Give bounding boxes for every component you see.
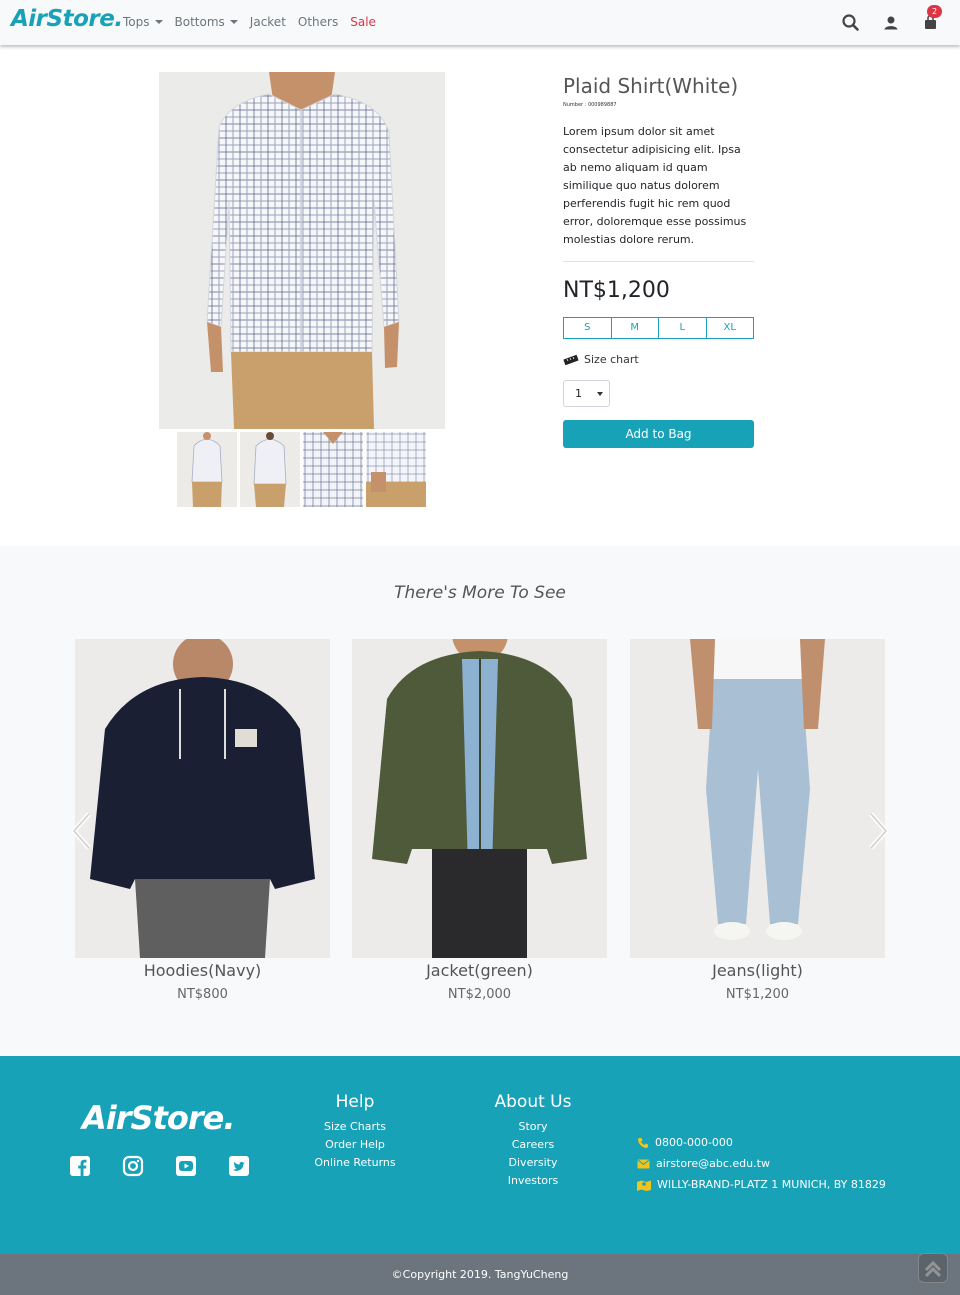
- twitter-icon[interactable]: [228, 1155, 250, 1177]
- footer-help-title: Help: [335, 1092, 375, 1112]
- nav-others[interactable]: Others: [298, 15, 338, 29]
- copyright-bar: ©Copyright 2019. TangYuCheng: [0, 1254, 960, 1295]
- footer-link-careers[interactable]: Careers: [488, 1136, 578, 1154]
- footer-link-online-returns[interactable]: Online Returns: [310, 1154, 400, 1172]
- product-main-image: [159, 72, 445, 429]
- shopping-bag-icon[interactable]: 2: [920, 5, 942, 34]
- divider: [563, 261, 754, 262]
- related-products-section: There's More To See Hoodies(Navy) NT$800…: [0, 546, 960, 1056]
- carousel-next-icon[interactable]: [865, 811, 891, 851]
- select-arrow-icon: [597, 392, 603, 396]
- size-selector: S M L XL: [563, 317, 754, 339]
- product-card[interactable]: Hoodies(Navy) NT$800: [75, 639, 330, 1002]
- nav-icons: 2: [822, 5, 942, 34]
- nav-tops[interactable]: Tops: [123, 15, 163, 29]
- size-option-s[interactable]: S: [564, 318, 612, 338]
- phone-icon: [638, 1137, 648, 1148]
- footer-link-diversity[interactable]: Diversity: [488, 1154, 578, 1172]
- footer-about-title: About Us: [494, 1092, 572, 1112]
- product-card-price: NT$800: [177, 987, 228, 1002]
- quantity-select[interactable]: 1: [563, 380, 610, 407]
- section-title: There's More To See: [394, 583, 566, 603]
- carousel-prev-icon[interactable]: [69, 811, 95, 851]
- size-option-xl[interactable]: XL: [707, 318, 754, 338]
- social-links: [69, 1155, 281, 1177]
- size-option-l[interactable]: L: [659, 318, 707, 338]
- product-card-image[interactable]: [75, 639, 330, 958]
- footer-link-order-help[interactable]: Order Help: [310, 1136, 400, 1154]
- thumbnail-detail[interactable]: [303, 432, 363, 507]
- footer: AirStore. Help Size Charts Order Help On…: [0, 1056, 960, 1254]
- chevron-up-icon: [924, 1260, 942, 1278]
- product-card-image[interactable]: [630, 639, 885, 958]
- thumbnail-back[interactable]: [240, 432, 300, 507]
- size-chart-link[interactable]: Size chart: [563, 353, 754, 366]
- footer-brand[interactable]: AirStore.: [82, 1099, 235, 1137]
- product-card[interactable]: Jeans(light) NT$1,200: [630, 639, 885, 1002]
- product-card[interactable]: Jacket(green) NT$2,000: [352, 639, 607, 1002]
- brand-logo[interactable]: AirStore.: [11, 6, 123, 32]
- ruler-icon: [563, 354, 579, 365]
- user-icon[interactable]: [880, 12, 902, 34]
- back-to-top-button[interactable]: [918, 1253, 948, 1283]
- footer-link-story[interactable]: Story: [488, 1118, 578, 1136]
- caret-down-icon: [154, 20, 163, 24]
- footer-contact: 0800-000-000 airstore@abc.edu.tw WILLY-B…: [637, 1132, 886, 1195]
- product-card-image[interactable]: [352, 639, 607, 958]
- size-option-m[interactable]: M: [612, 318, 659, 338]
- search-icon[interactable]: [840, 12, 862, 34]
- instagram-icon[interactable]: [122, 1155, 144, 1177]
- product-card-name[interactable]: Hoodies(Navy): [75, 961, 330, 980]
- product-card-name[interactable]: Jeans(light): [630, 961, 885, 980]
- nav-links: Tops Bottoms Jacket Others Sale: [123, 15, 388, 29]
- thumbnail-cuff[interactable]: [366, 432, 426, 507]
- product-price: NT$1,200: [563, 278, 670, 303]
- facebook-icon[interactable]: [69, 1155, 91, 1177]
- product-description: Lorem ipsum dolor sit amet consectetur a…: [563, 125, 747, 246]
- caret-down-icon: [229, 20, 238, 24]
- add-to-bag-button[interactable]: Add to Bag: [563, 420, 754, 448]
- thumbnail-front[interactable]: [177, 432, 237, 507]
- product-title: Plaid Shirt(White): [563, 74, 739, 98]
- product-thumbnails: [177, 432, 429, 507]
- nav-sale[interactable]: Sale: [350, 15, 376, 29]
- nav-jacket[interactable]: Jacket: [250, 15, 286, 29]
- product-card-price: NT$2,000: [447, 987, 512, 1002]
- youtube-icon[interactable]: [175, 1155, 197, 1177]
- contact-address[interactable]: WILLY-BRAND-PLATZ 1 MUNICH, BY 81829: [637, 1174, 886, 1195]
- product-card-price: NT$1,200: [725, 987, 790, 1002]
- contact-phone[interactable]: 0800-000-000: [637, 1132, 886, 1153]
- product-details: Plaid Shirt(White) Number : 000989887 Lo…: [563, 72, 754, 448]
- contact-email[interactable]: airstore@abc.edu.tw: [637, 1153, 886, 1174]
- footer-link-size-charts[interactable]: Size Charts: [310, 1118, 400, 1136]
- nav-bottoms[interactable]: Bottoms: [175, 15, 238, 29]
- navbar: AirStore. Tops Bottoms Jacket Others Sal…: [0, 0, 960, 45]
- footer-link-investors[interactable]: Investors: [488, 1172, 578, 1190]
- envelope-icon: [637, 1159, 650, 1168]
- footer-help-column: Help Size Charts Order Help Online Retur…: [310, 1092, 400, 1172]
- product-number: Number : 000989887: [563, 102, 617, 108]
- product-card-name[interactable]: Jacket(green): [352, 961, 607, 980]
- map-marker-icon: [637, 1180, 651, 1191]
- footer-about-column: About Us Story Careers Diversity Investo…: [488, 1092, 578, 1190]
- cart-count-badge: 2: [927, 5, 942, 18]
